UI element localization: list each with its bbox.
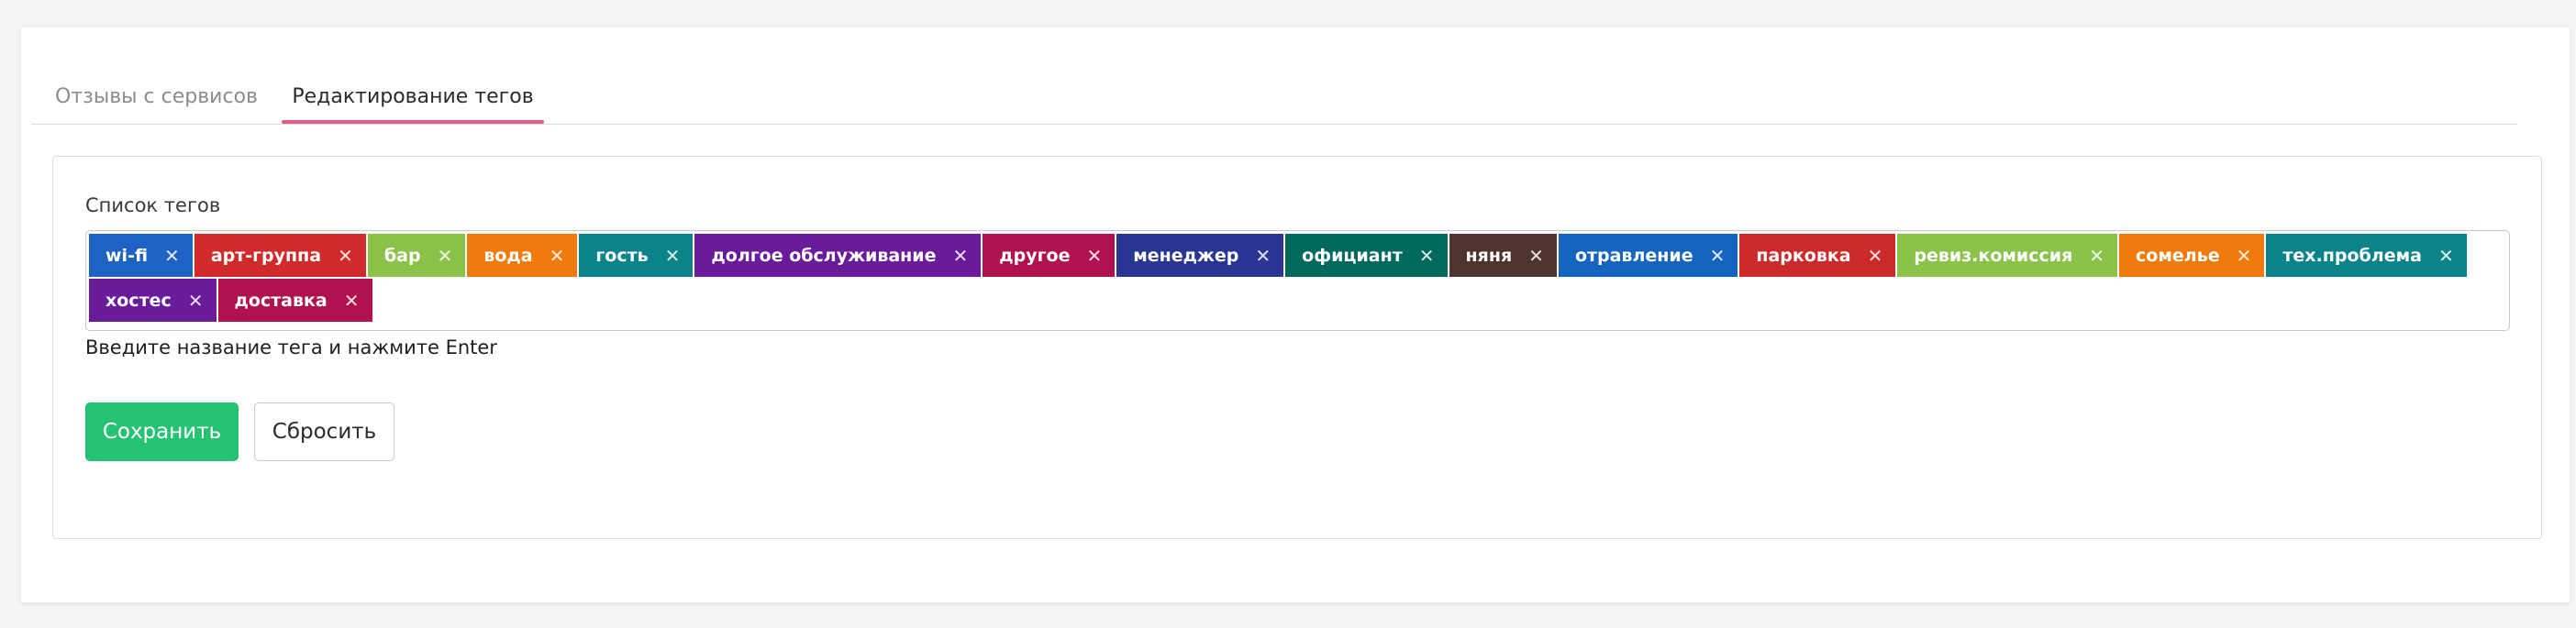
tag-label: другое: [999, 245, 1071, 266]
tag-label: тех.проблема: [2282, 245, 2422, 266]
tab-edit-tags[interactable]: Редактирование тегов: [282, 53, 544, 124]
tag-label: отравление: [1574, 245, 1693, 266]
tag-chip: менеджер ✕: [1116, 234, 1284, 277]
tag-label: долгое обслуживание: [711, 245, 937, 266]
tag-chip: арт-группа ✕: [194, 234, 366, 277]
tag-chip: другое ✕: [983, 234, 1116, 277]
tag-chip: доставка ✕: [217, 279, 372, 322]
tag-label: вода: [483, 245, 533, 266]
tag-chip: хостес ✕: [89, 279, 217, 322]
tag-chip: парковка ✕: [1739, 234, 1896, 277]
tag-chip: официант ✕: [1285, 234, 1448, 277]
tab-reviews[interactable]: Отзывы с сервисов: [55, 53, 258, 122]
tag-chip: гость ✕: [579, 234, 694, 277]
tag-chip: ревиз.комиссия ✕: [1897, 234, 2118, 277]
tag-chip: отравление ✕: [1558, 234, 1738, 277]
tag-label: бар: [383, 245, 421, 266]
close-icon[interactable]: ✕: [1419, 245, 1435, 267]
tag-label: ревиз.комиссия: [1914, 245, 2073, 266]
tags-input[interactable]: wi-fi ✕ арт-группа ✕ бар ✕ вода ✕ гость ✕ долгое о…: [85, 230, 2510, 331]
close-icon[interactable]: ✕: [164, 245, 180, 267]
tag-chip: няня ✕: [1449, 234, 1557, 277]
tag-label: сомелье: [2136, 245, 2220, 266]
save-button[interactable]: Сохранить: [85, 402, 239, 461]
close-icon[interactable]: ✕: [438, 245, 453, 267]
active-tab-indicator: [282, 120, 544, 124]
close-icon[interactable]: ✕: [338, 245, 353, 267]
tag-chip: бар ✕: [367, 234, 466, 277]
tag-chip: сомелье ✕: [2119, 234, 2265, 277]
close-icon[interactable]: ✕: [1868, 245, 1883, 267]
tag-label: wi-fi: [105, 245, 149, 266]
tag-chip: долгое обслуживание ✕: [694, 234, 982, 277]
tag-chip: тех.проблема ✕: [2266, 234, 2467, 277]
tag-chip: вода ✕: [467, 234, 578, 277]
close-icon[interactable]: ✕: [1086, 245, 1102, 267]
close-icon[interactable]: ✕: [665, 245, 681, 267]
close-icon[interactable]: ✕: [1528, 245, 1544, 267]
close-icon[interactable]: ✕: [550, 245, 565, 267]
close-icon[interactable]: ✕: [2089, 245, 2104, 267]
tag-label: менеджер: [1133, 245, 1239, 266]
tag-chip: wi-fi ✕: [89, 234, 193, 277]
tag-label: няня: [1465, 245, 1513, 266]
close-icon[interactable]: ✕: [188, 290, 204, 312]
tag-label: арт-группа: [210, 245, 322, 266]
tag-label: парковка: [1756, 245, 1851, 266]
close-icon[interactable]: ✕: [344, 290, 360, 312]
tag-label: официант: [1302, 245, 1403, 266]
tag-label: доставка: [234, 290, 328, 311]
tags-hint: Введите название тега и нажмите Enter: [85, 336, 497, 358]
close-icon[interactable]: ✕: [953, 245, 969, 267]
tag-label: гость: [595, 245, 649, 266]
tags-list-label: Список тегов: [85, 194, 221, 216]
close-icon[interactable]: ✕: [2438, 245, 2454, 267]
close-icon[interactable]: ✕: [1255, 245, 1271, 267]
tab-edit-tags-label: Редактирование тегов: [292, 85, 534, 108]
tag-label: хостес: [105, 290, 172, 311]
close-icon[interactable]: ✕: [1710, 245, 1726, 267]
close-icon[interactable]: ✕: [2237, 245, 2252, 267]
tab-bar: Отзывы с сервисов Редактирование тегов: [31, 53, 2517, 125]
reset-button[interactable]: Сбросить: [254, 402, 394, 461]
